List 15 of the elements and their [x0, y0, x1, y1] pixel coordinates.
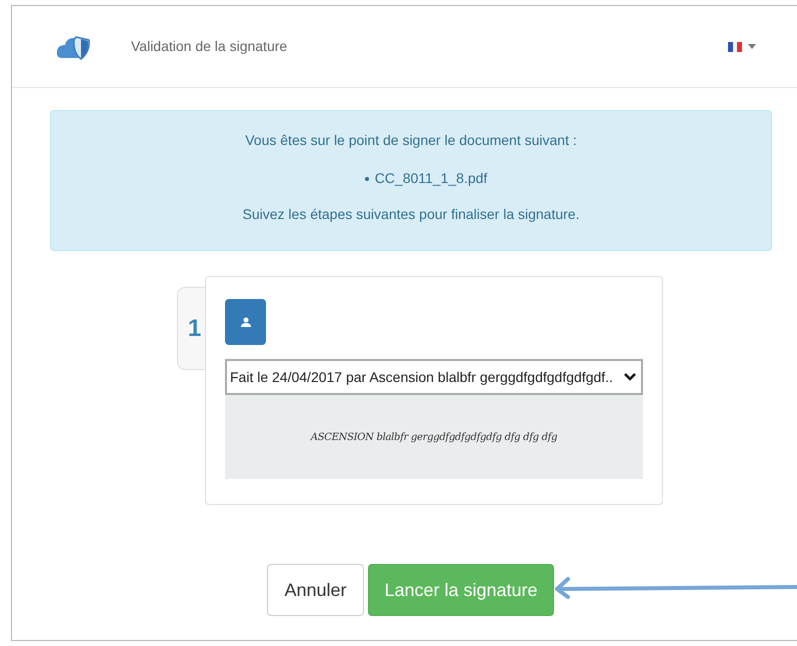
page-title: Validation de la signature	[131, 37, 288, 56]
signer-button[interactable]	[225, 299, 266, 345]
cancel-button[interactable]: Annuler	[267, 564, 364, 616]
chevron-icon	[624, 373, 636, 381]
step-number: 1	[188, 314, 202, 344]
info-text: Suivez les étapes suivantes pour finaliser la signature.	[242, 205, 580, 224]
signature: ASCENSION blalbfr gerggdfgdfgdfgdfg dfg dfg dfg	[310, 430, 558, 444]
bullet-icon	[364, 176, 369, 180]
info-text: Vous êtes sur le point de signer le document suivant :	[245, 131, 577, 150]
mention-field[interactable]: Fait le 24/04/2017 par Ascension blalbfr gerggdfgdfgdfgdfgdf..	[225, 359, 643, 395]
user-icon	[240, 317, 250, 327]
language-dropdown[interactable]	[728, 42, 756, 52]
document-name: CC_8011_1_8.pdf	[374, 169, 488, 188]
caret-icon	[748, 44, 756, 49]
flag-icon	[728, 42, 742, 52]
